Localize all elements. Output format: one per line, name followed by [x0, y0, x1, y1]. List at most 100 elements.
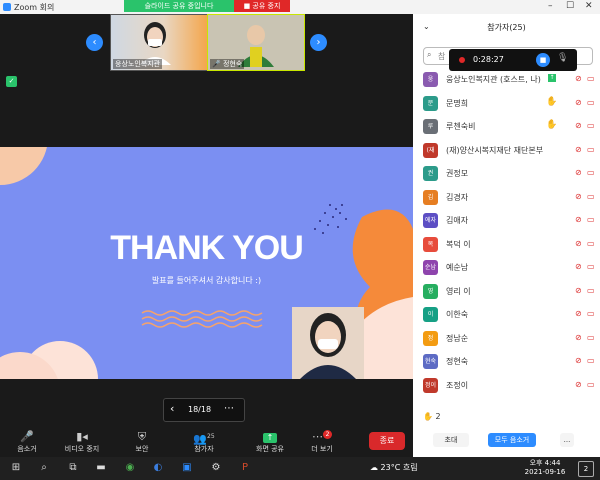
edge-icon[interactable]: ◐ [151, 461, 165, 475]
more-options-button[interactable]: ... [560, 433, 574, 447]
muted-mic-icon[interactable]: ⊘ [575, 98, 582, 107]
participant-avatar: 에자 [423, 213, 438, 228]
windows-taskbar: ⊞ ⌕ ⧉ ▬ ◉ ◐ ▣ ⚙ P ☁ 23°C 흐림 오후 4:44 2021… [0, 457, 600, 480]
video-off-icon[interactable]: ▭ [587, 168, 595, 177]
thumbnail-name: 🎤 정현숙 [210, 59, 245, 69]
participant-row[interactable]: 문 문명희 ✋ ⊘ ▭ [413, 93, 600, 114]
muted-mic-icon[interactable]: ⊘ [575, 145, 582, 154]
participant-avatar: 김 [423, 189, 438, 205]
muted-mic-icon[interactable]: ⊘ [575, 286, 582, 295]
muted-mic-icon[interactable]: ⊘ [575, 168, 582, 177]
muted-mic-icon[interactable]: ⊘ [575, 309, 582, 318]
participant-name: 정현숙 [446, 357, 469, 366]
task-view-icon[interactable]: ⧉ [66, 461, 80, 475]
participant-row[interactable]: 에자 김애자 ⊘ ▭ [413, 210, 600, 231]
zoom-app-icon[interactable]: ▣ [180, 461, 194, 475]
file-explorer-icon[interactable]: ▬ [94, 461, 108, 475]
participant-row[interactable]: 웅 웅상노인복지관 (호스트, 나) ↑ ⊘ ▭ [413, 69, 600, 90]
share-screen-button[interactable]: ↑ 화면 공유 [245, 430, 295, 454]
participant-row[interactable]: 영 영리 이 ⊘ ▭ [413, 281, 600, 302]
participant-name: (재)양산시복지재단 재단본부 [446, 145, 544, 155]
video-off-icon[interactable]: ▭ [587, 121, 595, 130]
powerpoint-icon[interactable]: P [238, 461, 252, 475]
slide-menu-button[interactable]: ⋯ [224, 403, 234, 414]
slide-subtitle: 발표를 들어주셔서 감사합니다 :) [151, 276, 262, 285]
video-off-icon[interactable]: ▭ [587, 192, 595, 201]
video-off-icon[interactable]: ▭ [587, 74, 595, 83]
participant-row[interactable]: 정이 조정이 ⊘ ▭ [413, 375, 600, 396]
video-thumbnail[interactable]: 웅상노인복지관 [110, 14, 208, 71]
windows-start-icon[interactable]: ⊞ [9, 461, 23, 475]
maximize-button[interactable]: ☐ [566, 1, 574, 11]
muted-mic-icon[interactable]: ⊘ [575, 333, 582, 342]
participant-name: 복덕 이 [446, 239, 471, 249]
close-button[interactable]: ✕ [585, 1, 593, 11]
sharing-status-banner: 슬라이드 공유 중입니다 [124, 0, 234, 12]
prev-video-page-button[interactable]: ‹ [86, 34, 103, 51]
stop-video-button[interactable]: ▮◂ 비디오 중지 [57, 430, 107, 454]
participant-row[interactable]: 정 정남순 ⊘ ▭ [413, 328, 600, 349]
video-off-icon[interactable]: ▭ [587, 309, 595, 318]
participant-row[interactable]: 루 루첸숙비 ✋ ⊘ ▭ [413, 116, 600, 137]
participants-icon: 👥25 [193, 432, 215, 446]
more-button[interactable]: ⋯ 2 더 보기 [297, 430, 347, 454]
participant-row[interactable]: 권 권정모 ⊘ ▭ [413, 163, 600, 184]
participant-row[interactable]: (재 (재)양산시복지재단 재단본부 ⊘ ▭ [413, 140, 600, 161]
muted-mic-icon[interactable]: ⊘ [575, 121, 582, 130]
muted-mic-icon[interactable]: ⊘ [575, 74, 582, 83]
next-video-page-button[interactable]: › [310, 34, 327, 51]
participant-avatar: 영 [423, 283, 438, 299]
mute-all-button[interactable]: 모두 음소거 [488, 433, 536, 447]
muted-mic-icon[interactable]: ⊘ [575, 380, 582, 389]
participant-name: 정남순 [446, 333, 469, 343]
participant-avatar: 문 [423, 95, 438, 111]
raised-hands-count: ✋ 2 [423, 412, 441, 421]
participant-avatar: 이 [423, 307, 438, 322]
video-off-icon[interactable]: ▭ [587, 239, 595, 248]
microphone-icon: 🎤 [20, 430, 34, 443]
stop-share-button[interactable]: ■ 공유 중지 [234, 0, 290, 12]
video-off-icon[interactable]: ▭ [587, 356, 595, 365]
video-off-icon[interactable]: ▭ [587, 215, 595, 224]
stop-recording-button[interactable]: ■ [536, 53, 550, 67]
weather-widget[interactable]: ☁ 23°C 흐림 [370, 462, 418, 473]
security-button[interactable]: ⛨ 보안 [117, 430, 167, 454]
participant-row[interactable]: 복 복덕 이 ⊘ ▭ [413, 234, 600, 255]
participant-avatar: 정 [423, 330, 438, 346]
participant-row[interactable]: 순남 예순남 ⊘ ▭ [413, 257, 600, 278]
recording-indicator: 0:28:27 ■ 🎙 [449, 49, 577, 71]
video-off-icon[interactable]: ▭ [587, 333, 595, 342]
slide-pager: ‹ 18/18 ⋯ [163, 398, 245, 422]
participant-row[interactable]: 현숙 정현숙 ⊘ ▭ [413, 351, 600, 372]
video-off-icon[interactable]: ▭ [587, 380, 595, 389]
muted-mic-icon[interactable]: ⊘ [575, 215, 582, 224]
muted-mic-icon[interactable]: ⊘ [575, 262, 582, 271]
participants-button[interactable]: 👥25 참가자 [179, 430, 229, 454]
clock[interactable]: 오후 4:44 2021-09-16 [520, 458, 570, 476]
video-off-icon[interactable]: ▭ [587, 145, 595, 154]
mute-button[interactable]: 🎤 음소거 [2, 430, 52, 454]
chrome-icon[interactable]: ◉ [123, 461, 137, 475]
end-meeting-button[interactable]: 종료 [369, 432, 405, 450]
video-off-icon[interactable]: ▭ [587, 98, 595, 107]
participant-avatar: 순남 [423, 260, 438, 275]
minimize-button[interactable]: – [548, 1, 553, 11]
video-off-icon[interactable]: ▭ [587, 286, 595, 295]
invite-button[interactable]: 초대 [433, 433, 469, 447]
participant-row[interactable]: 이 이한숙 ⊘ ▭ [413, 304, 600, 325]
muted-mic-icon[interactable]: ⊘ [575, 192, 582, 201]
shield-icon[interactable]: ✓ [6, 76, 17, 87]
settings-icon[interactable]: ⚙ [209, 461, 223, 475]
prev-slide-button[interactable]: ‹ [170, 402, 174, 415]
notification-icon[interactable]: 2 [578, 461, 594, 477]
participant-row[interactable]: 김 김경자 ⊘ ▭ [413, 187, 600, 208]
zoom-logo-icon [3, 3, 11, 11]
slide-counter: 18/18 [188, 405, 212, 414]
mic-muted-icon[interactable]: 🎙 [557, 53, 568, 63]
video-off-icon[interactable]: ▭ [587, 262, 595, 271]
muted-mic-icon[interactable]: ⊘ [575, 239, 582, 248]
search-icon[interactable]: ⌕ [37, 461, 51, 475]
participant-avatar: 루 [423, 119, 438, 134]
muted-mic-icon[interactable]: ⊘ [575, 356, 582, 365]
video-thumbnail[interactable]: 🎤 정현숙 [207, 14, 305, 71]
